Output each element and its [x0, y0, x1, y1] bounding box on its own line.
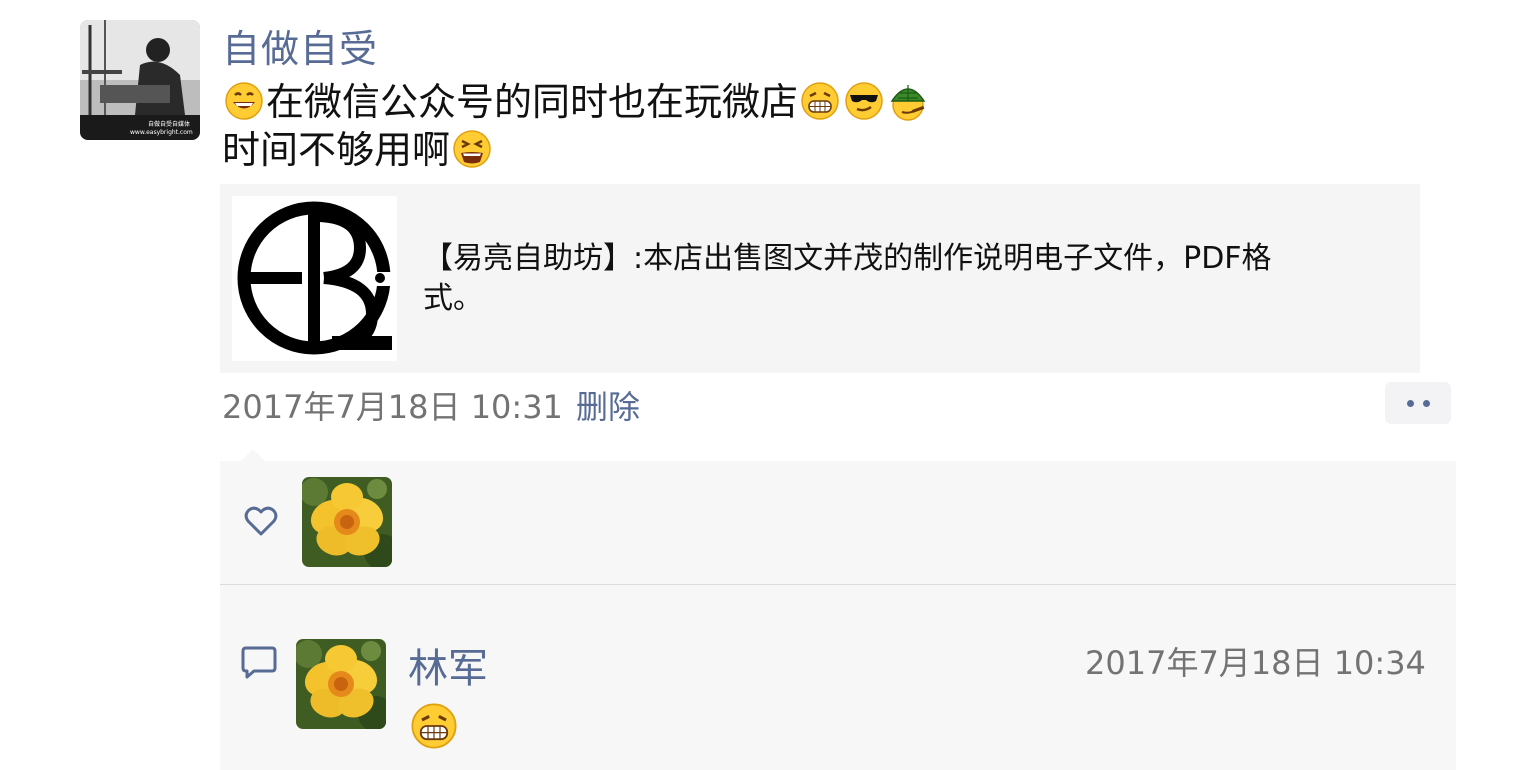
- post-time: 2017年7月18日 10:31: [222, 388, 563, 426]
- delete-button[interactable]: 删除: [576, 382, 640, 428]
- poster-avatar[interactable]: 自做自受自媒体 www.easybright.com: [80, 20, 200, 140]
- heart-outline-icon: [244, 506, 278, 536]
- more-options-button[interactable]: [1385, 382, 1451, 424]
- grinning-face-icon: [225, 82, 263, 120]
- commenter-avatar[interactable]: [296, 639, 386, 729]
- beaming-face-icon: [801, 82, 839, 120]
- link-card-text: 【易亮自助坊】:本店出售图文并茂的制作说明电子文件，PDF格式。: [423, 241, 1272, 316]
- post-text: 在微信公众号的同时也在玩微店 时间不够用啊: [222, 78, 930, 174]
- link-card[interactable]: 【易亮自助坊】:本店出售图文并茂的制作说明电子文件，PDF格式。: [220, 184, 1420, 373]
- liker-avatar[interactable]: [302, 477, 392, 567]
- author-name[interactable]: 自做自受: [222, 18, 378, 73]
- turtle-hat-face-icon: [890, 85, 926, 121]
- post-line-1: 在微信公众号的同时也在玩微店: [266, 80, 799, 124]
- avatar-caption-1: 自做自受自媒体: [148, 120, 190, 128]
- comment-bubble-icon: [241, 646, 277, 679]
- likes-comments-panel: [220, 461, 1456, 770]
- sunglasses-face-icon: [845, 82, 883, 120]
- post-line-2: 时间不够用啊: [222, 128, 451, 172]
- comment-time: 2017年7月18日 10:34: [1085, 644, 1426, 682]
- eb-logo-icon: [232, 196, 397, 361]
- avatar-caption-2: www.easybright.com: [130, 129, 193, 136]
- more-dot-icon: [1422, 399, 1430, 407]
- beaming-face-icon: [411, 703, 457, 749]
- tired-face-icon: [453, 130, 491, 168]
- divider: [220, 584, 1456, 585]
- more-dot-icon: [1406, 399, 1414, 407]
- commenter-name[interactable]: 林军: [408, 636, 488, 694]
